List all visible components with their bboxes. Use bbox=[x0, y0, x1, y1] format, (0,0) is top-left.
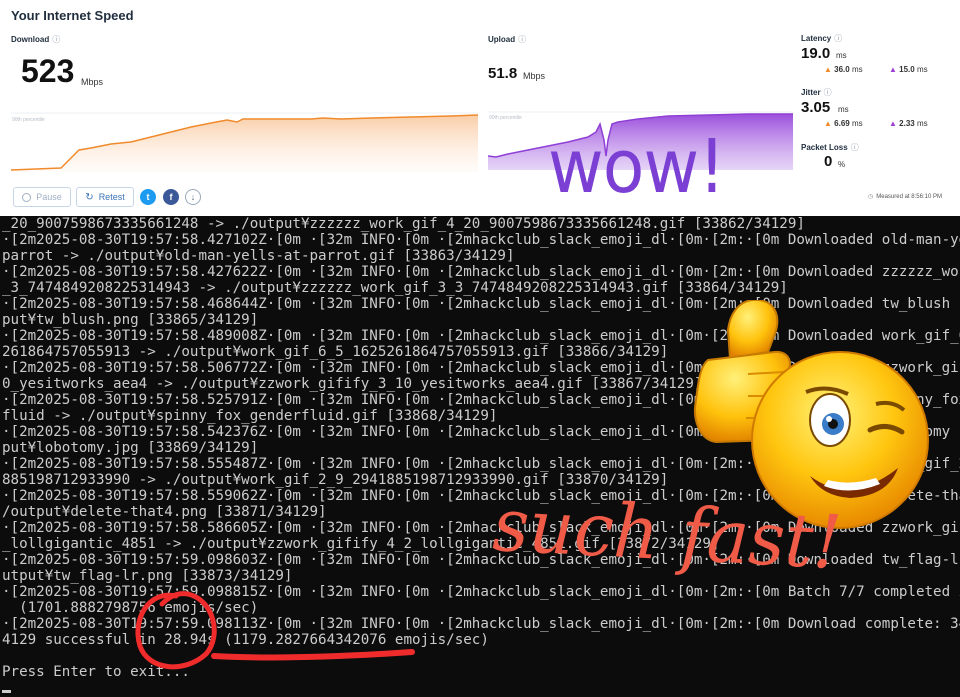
retest-button[interactable]: ↻ Retest bbox=[76, 187, 134, 207]
download-label: Download ⓘ bbox=[11, 35, 61, 44]
refresh-icon: ↻ bbox=[85, 191, 94, 203]
download-area bbox=[11, 115, 478, 172]
jitter-download: ▲ 6.69 ms bbox=[824, 119, 863, 128]
terminal-line: put¥lobotomy.jpg [33869/34129] bbox=[2, 440, 259, 456]
upload-unit: Mbps bbox=[523, 71, 546, 81]
terminal-line: _3_7474849208225314943 -> ./output¥zzzzz… bbox=[2, 280, 788, 296]
terminal-line: utput¥tw_flag-lr.png [33873/34129] bbox=[2, 568, 293, 584]
jitter-unit: ms bbox=[838, 105, 849, 114]
clock-icon: ◷ bbox=[868, 194, 874, 200]
arrow-up-icon: ▲ bbox=[889, 65, 897, 74]
terminal-line: 4129 successful in 28.94s (1179.28276643… bbox=[2, 632, 489, 648]
terminal-line: (1701.8882798756 emojis/sec) bbox=[2, 600, 259, 616]
wow-annotation: wow! bbox=[548, 124, 726, 210]
download-unit: Mbps bbox=[81, 77, 104, 87]
arrow-up-icon: ▲ bbox=[889, 119, 897, 128]
terminal-line: 261864757055913 -> ./output¥work_gif_6_5… bbox=[2, 344, 669, 360]
info-icon[interactable]: ⓘ bbox=[518, 35, 526, 44]
measured-at: ◷ Measured at 8:56:10 PM bbox=[868, 194, 942, 200]
pause-icon bbox=[22, 192, 32, 202]
latency-unit: ms bbox=[836, 51, 847, 60]
download-results-icon[interactable]: ↓ bbox=[185, 189, 201, 205]
facebook-icon[interactable]: f bbox=[163, 189, 179, 205]
download-chart bbox=[11, 112, 478, 172]
speed-test-title: Your Internet Speed bbox=[11, 8, 134, 23]
packet-loss-value: 0 bbox=[824, 153, 833, 170]
terminal-line: ·[2m2025-08-30T19:57:58.427622Z·[0m ·[32… bbox=[2, 264, 960, 280]
latency-label: Latency ⓘ bbox=[801, 34, 843, 43]
terminal-line: parrot -> ./output¥old-man-yells-at-parr… bbox=[2, 248, 515, 264]
arrow-down-icon: ▲ bbox=[824, 119, 832, 128]
terminal-line: ·[2m2025-08-30T19:57:59.098815Z·[0m ·[32… bbox=[2, 584, 960, 600]
terminal-line: ·[2m2025-08-30T19:57:58.427102Z·[0m ·[32… bbox=[2, 232, 960, 248]
such-fast-annotation: such fast! bbox=[490, 482, 844, 587]
terminal-cursor bbox=[2, 690, 11, 693]
terminal-line: _20_9007598673335661248 -> ./output¥zzzz… bbox=[2, 216, 805, 232]
jitter-label: Jitter ⓘ bbox=[801, 88, 832, 97]
info-icon[interactable]: ⓘ bbox=[834, 34, 842, 43]
terminal-line: Press Enter to exit... bbox=[2, 664, 190, 680]
upload-value: 51.8 bbox=[488, 65, 518, 82]
download-value: 523 bbox=[21, 53, 75, 89]
arrow-down-icon: ▲ bbox=[824, 65, 832, 74]
upload-label: Upload ⓘ bbox=[488, 35, 527, 44]
info-icon[interactable]: ⓘ bbox=[824, 88, 832, 97]
packet-loss-unit: % bbox=[838, 160, 846, 169]
terminal-line: ·[2m2025-08-30T19:57:59.098113Z·[0m ·[32… bbox=[2, 616, 960, 632]
latency-download: ▲ 36.0 ms bbox=[824, 65, 863, 74]
info-icon[interactable]: ⓘ bbox=[52, 35, 60, 44]
terminal-line: fluid -> ./output¥spinny_fox_genderfluid… bbox=[2, 408, 498, 424]
packet-loss-label: Packet Loss ⓘ bbox=[801, 143, 859, 152]
latency-value: 19.0 bbox=[801, 45, 831, 62]
terminal-line: /output¥delete-that4.png [33871/34129] bbox=[2, 504, 327, 520]
info-icon[interactable]: ⓘ bbox=[851, 143, 859, 152]
terminal-line: put¥tw_blush.png [33865/34129] bbox=[2, 312, 259, 328]
jitter-value: 3.05 bbox=[801, 99, 831, 116]
terminal-line: 0_yesitworks_aea4 -> ./output¥zzwork_gif… bbox=[2, 376, 703, 392]
pause-button[interactable]: Pause bbox=[13, 187, 71, 207]
latency-upload: ▲ 15.0 ms bbox=[889, 65, 928, 74]
speed-test-panel: Your Internet Speed Download ⓘ 523 Mbps 9… bbox=[0, 0, 960, 216]
twitter-icon[interactable]: t bbox=[140, 189, 156, 205]
jitter-upload: ▲ 2.33 ms bbox=[889, 119, 928, 128]
